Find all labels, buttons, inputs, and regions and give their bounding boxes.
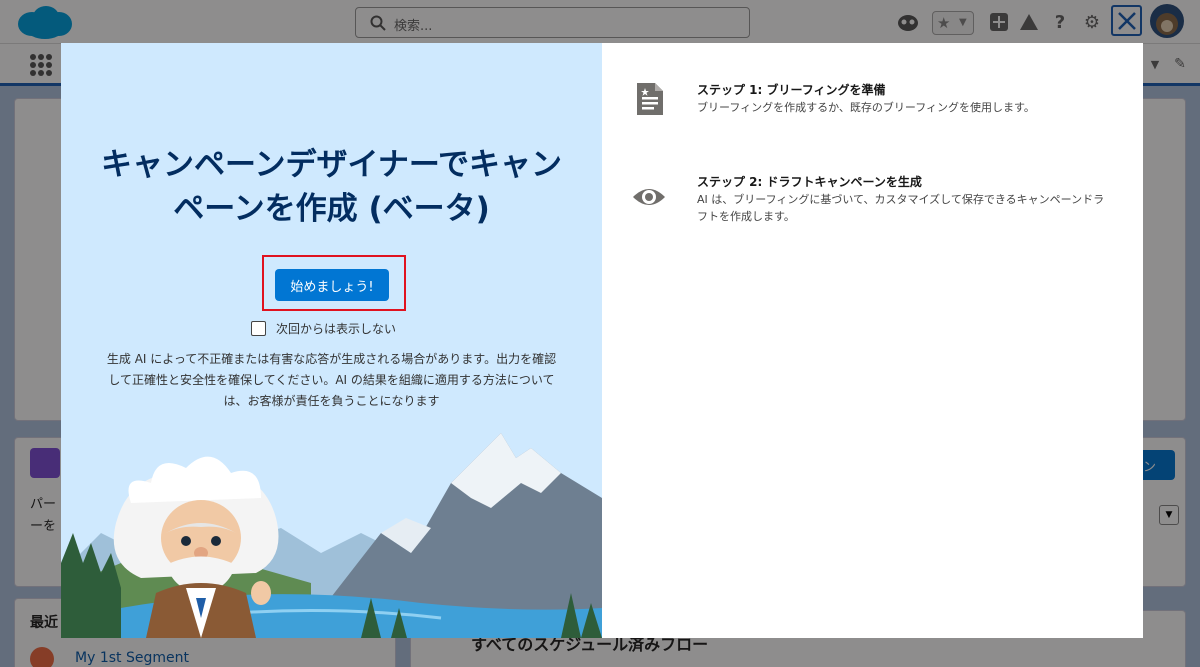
campaign-designer-modal: キャンペーンデザイナーでキャンペーンを作成 (ベータ) 始めましょう! 次回から… xyxy=(61,43,1143,638)
einstein-mountain-illustration xyxy=(61,433,602,638)
step-2-title: ステップ 2: ドラフトキャンペーンを生成 xyxy=(697,175,922,189)
step-2-description: AI は、ブリーフィングに基づいて、カスタマイズして保存できるキャンペーンドラフ… xyxy=(697,193,1105,223)
document-icon xyxy=(637,83,663,115)
dont-show-again-label[interactable]: 次回からは表示しない xyxy=(276,320,396,337)
ai-disclaimer: 生成 AI によって不正確または有害な応答が生成される場合があります。出力を確認… xyxy=(106,352,557,408)
modal-title: キャンペーンデザイナーでキャンペーンを作成 (ベータ) xyxy=(101,147,562,227)
step-1-description: ブリーフィングを作成するか、既存のブリーフィングを使用します。 xyxy=(697,101,1035,114)
dont-show-again-row[interactable]: 次回からは表示しない xyxy=(251,319,396,337)
modal-intro-panel: キャンペーンデザイナーでキャンペーンを作成 (ベータ) 始めましょう! 次回から… xyxy=(61,43,602,638)
dont-show-again-checkbox[interactable] xyxy=(251,320,266,336)
get-started-button[interactable]: 始めましょう! xyxy=(275,269,389,301)
step-1-title: ステップ 1: ブリーフィングを準備 xyxy=(697,83,886,97)
eye-icon xyxy=(633,189,665,205)
